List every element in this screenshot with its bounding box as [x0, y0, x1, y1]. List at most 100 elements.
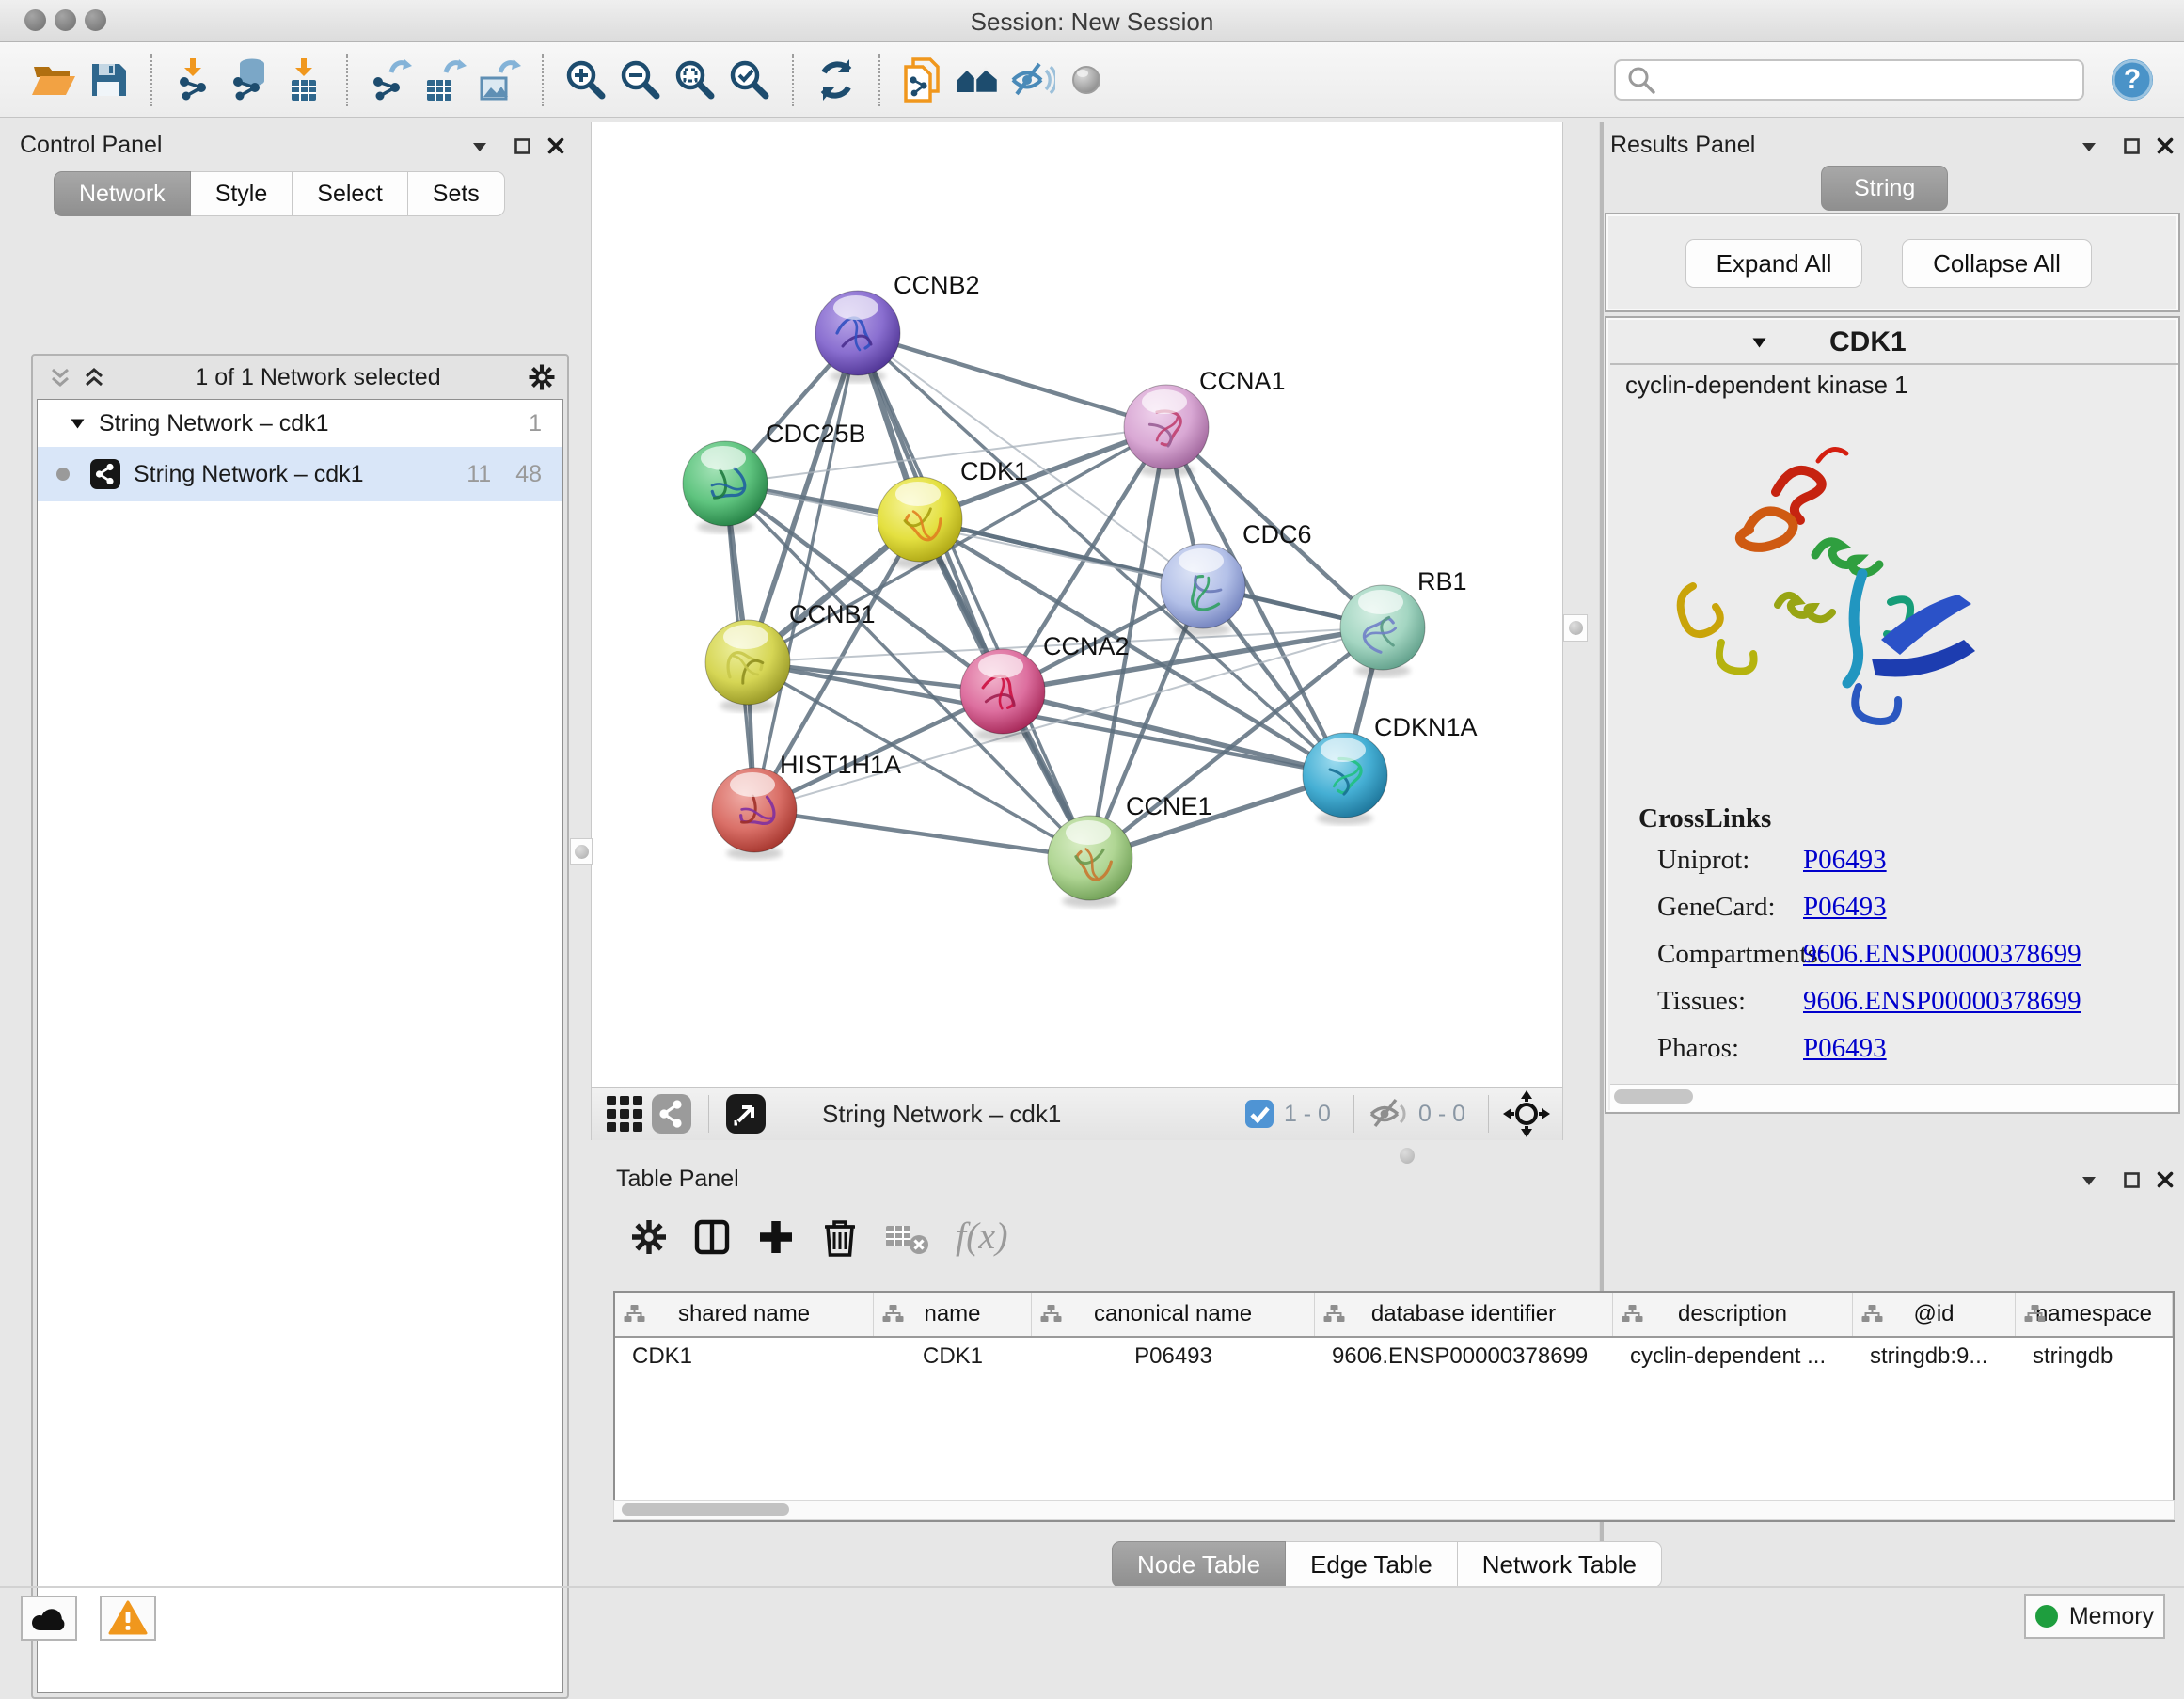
table-settings-icon[interactable] [630, 1218, 668, 1256]
zoom-in-icon[interactable] [559, 53, 613, 107]
show-graphics-details-icon[interactable] [1059, 53, 1114, 107]
results-hscrollbar[interactable] [1610, 1084, 2178, 1111]
tab-select[interactable]: Select [293, 171, 407, 216]
tab-string[interactable]: String [1821, 166, 1948, 211]
network-list-options-gear-icon[interactable] [528, 363, 556, 391]
detach-view-icon[interactable] [722, 1090, 769, 1137]
table-cell[interactable]: P06493 [1032, 1343, 1315, 1370]
apply-preferred-layout-icon[interactable] [809, 53, 863, 107]
network-collection-row[interactable]: String Network – cdk1 1 [38, 400, 562, 447]
open-session-icon[interactable] [26, 53, 81, 107]
node-RB1[interactable]: RB1 [1340, 567, 1467, 677]
help-button[interactable]: ? [2105, 53, 2160, 107]
expand-all-icon[interactable] [80, 363, 108, 391]
network-graph[interactable]: CCNB2CCNA1CDC25BCDK1CDC6RB1CCNB1CCNA2CDK… [592, 122, 1562, 1085]
results-panel-menu-caret-icon[interactable] [2075, 132, 2103, 160]
zoom-fit-icon[interactable] [668, 53, 722, 107]
import-network-file-icon[interactable] [167, 53, 222, 107]
control-panel-menu-caret-icon[interactable] [466, 132, 494, 160]
control-panel-close-icon[interactable] [542, 132, 570, 160]
export-table-icon[interactable] [418, 53, 472, 107]
edge-CCNB2-CCNE1[interactable] [858, 333, 1090, 858]
node-CDC6[interactable]: CDC6 [1161, 520, 1312, 636]
search-input[interactable] [1657, 66, 2073, 94]
tab-network-table[interactable]: Network Table [1458, 1541, 1662, 1588]
crosslink-value-link[interactable]: P06493 [1803, 845, 1887, 876]
network-canvas[interactable]: CCNB2CCNA1CDC25BCDK1CDC6RB1CCNB1CCNA2CDK… [591, 122, 1563, 1087]
tab-node-table[interactable]: Node Table [1112, 1541, 1286, 1588]
tree-expand-caret-icon[interactable] [70, 417, 86, 430]
zoom-selected-icon[interactable] [722, 53, 777, 107]
table-cell[interactable]: CDK1 [615, 1343, 874, 1370]
birds-eye-view-icon[interactable] [1502, 1089, 1551, 1138]
table-panel-float-icon[interactable] [2117, 1166, 2145, 1194]
column-header--id[interactable]: @id [1853, 1293, 2016, 1336]
tab-sets[interactable]: Sets [408, 171, 505, 216]
table-cell[interactable]: CDK1 [874, 1343, 1032, 1370]
import-network-database-icon[interactable] [222, 53, 277, 107]
hidden-eye-icon[interactable] [1368, 1096, 1409, 1132]
control-panel-float-icon[interactable] [508, 132, 536, 160]
memory-button[interactable]: Memory [2024, 1594, 2165, 1639]
results-hscrollbar-thumb[interactable] [1614, 1089, 1693, 1104]
node-CDKN1A[interactable]: CDKN1A [1303, 713, 1478, 825]
tab-network[interactable]: Network [54, 171, 191, 216]
edge-CCNE1-HIST1H1A[interactable] [754, 810, 1090, 858]
export-network-icon[interactable] [363, 53, 418, 107]
share-view-icon[interactable] [648, 1090, 695, 1137]
edge-CCNB2-CCNA1[interactable] [858, 333, 1166, 427]
delete-table-icon[interactable] [884, 1218, 929, 1256]
expand-all-button[interactable]: Expand All [1685, 239, 1862, 288]
table-cell[interactable]: stringdb [2016, 1343, 2173, 1370]
grid-view-icon[interactable] [601, 1090, 648, 1137]
table-panel-close-icon[interactable] [2151, 1166, 2179, 1194]
tab-style[interactable]: Style [191, 171, 293, 216]
add-column-icon[interactable] [756, 1217, 796, 1257]
delete-column-icon[interactable] [820, 1215, 860, 1259]
node-CDK1[interactable]: CDK1 [878, 457, 1028, 569]
table-row[interactable]: CDK1CDK1P064939606.ENSP00000378699cyclin… [615, 1338, 2173, 1375]
show-columns-icon[interactable] [692, 1217, 732, 1257]
gene-section-header[interactable]: CDK1 [1610, 322, 2178, 365]
warning-status-button[interactable] [100, 1596, 156, 1641]
table-cell[interactable]: stringdb:9... [1853, 1343, 2016, 1370]
table-cell[interactable]: 9606.ENSP00000378699 [1315, 1343, 1613, 1370]
crosslink-value-link[interactable]: 9606.ENSP00000378699 [1803, 939, 2081, 970]
results-panel-float-icon[interactable] [2117, 132, 2145, 160]
table-hscrollbar[interactable] [613, 1500, 2175, 1520]
node-HIST1H1A[interactable]: HIST1H1A [712, 751, 901, 860]
table-hscrollbar-thumb[interactable] [622, 1503, 789, 1516]
results-panel-close-icon[interactable] [2151, 132, 2179, 160]
column-header-namespace[interactable]: namespace [2016, 1293, 2173, 1336]
left-splitter-handle[interactable] [570, 838, 593, 865]
table-panel-menu-caret-icon[interactable] [2075, 1166, 2103, 1194]
column-header-canonical-name[interactable]: canonical name [1032, 1293, 1315, 1336]
crosslink-value-link[interactable]: 9606.ENSP00000378699 [1803, 986, 2081, 1017]
crosslink-value-link[interactable]: P06493 [1803, 892, 1887, 923]
network-overview-icon[interactable] [950, 53, 1005, 107]
crosslink-value-link[interactable]: P06493 [1803, 1033, 1887, 1064]
collapse-all-button[interactable]: Collapse All [1902, 239, 2092, 288]
hide-graphics-details-icon[interactable] [1005, 53, 1059, 107]
right-splitter-handle[interactable] [1563, 614, 1588, 642]
collapse-all-icon[interactable] [46, 363, 74, 391]
show-annotations-icon[interactable] [895, 53, 950, 107]
import-table-file-icon[interactable] [277, 53, 331, 107]
function-builder-icon[interactable]: f(x) [954, 1215, 1031, 1259]
table-cell[interactable]: cyclin-dependent ... [1613, 1343, 1853, 1370]
column-header-name[interactable]: name [874, 1293, 1032, 1336]
zoom-out-icon[interactable] [613, 53, 668, 107]
export-image-icon[interactable] [472, 53, 527, 107]
node-CCNE1[interactable]: CCNE1 [1048, 792, 1212, 908]
column-header-shared-name[interactable]: shared name [615, 1293, 874, 1336]
save-session-icon[interactable] [81, 53, 135, 107]
node-CCNB2[interactable]: CCNB2 [815, 271, 980, 383]
selected-checkbox-icon[interactable] [1244, 1099, 1274, 1129]
gene-caret-icon[interactable] [1751, 336, 1767, 349]
column-header-description[interactable]: description [1613, 1293, 1853, 1336]
search-box[interactable] [1614, 59, 2084, 101]
tab-edge-table[interactable]: Edge Table [1286, 1541, 1458, 1588]
cloud-status-button[interactable] [21, 1596, 77, 1641]
column-header-database-identifier[interactable]: database identifier [1315, 1293, 1613, 1336]
network-row[interactable]: String Network – cdk1 11 48 [38, 447, 562, 501]
